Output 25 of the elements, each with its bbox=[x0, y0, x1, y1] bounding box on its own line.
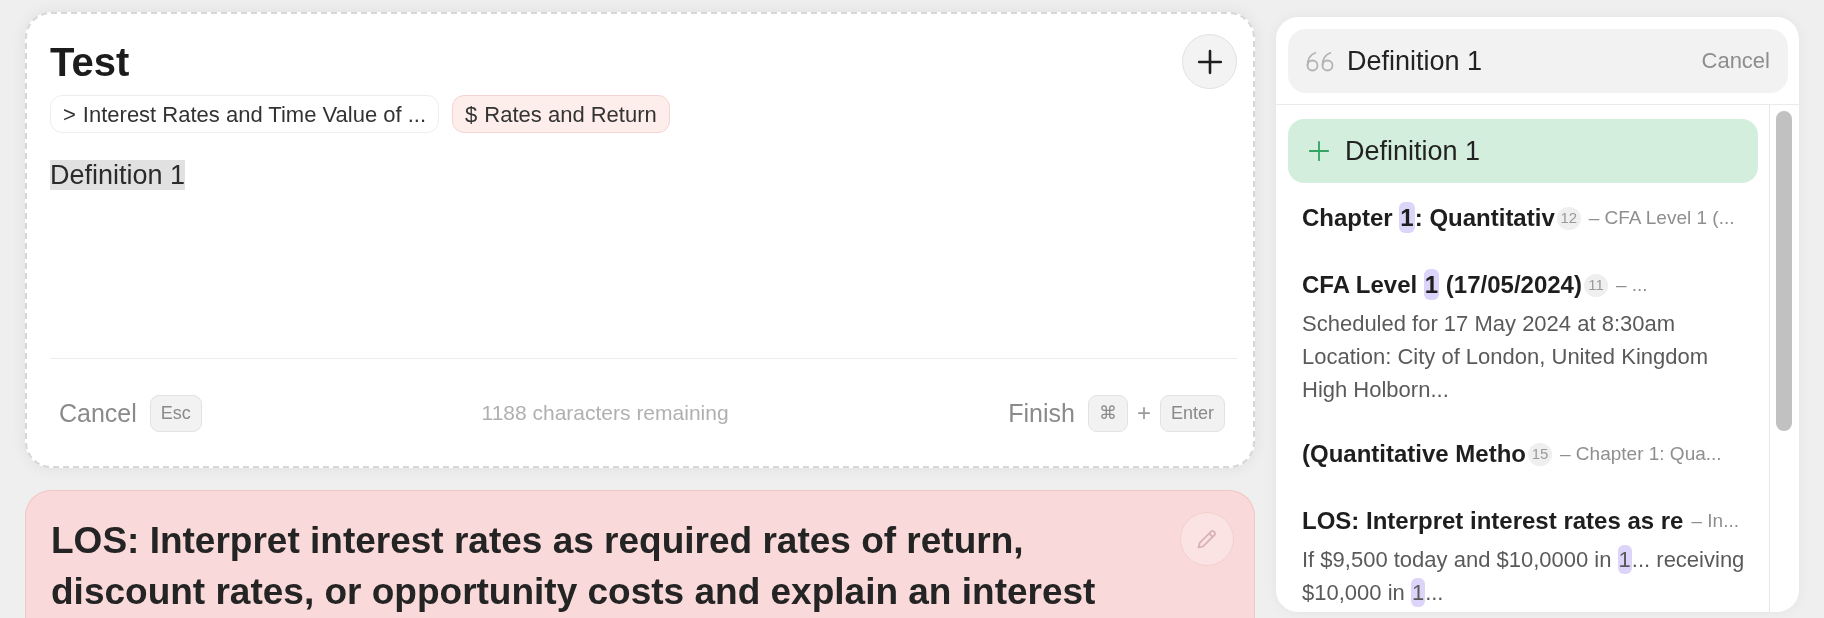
chapter-tag[interactable]: > Interest Rates and Time Value of ... bbox=[50, 95, 440, 133]
composer-title: Test bbox=[50, 38, 130, 86]
count-badge: 15 bbox=[1528, 442, 1552, 466]
editor-field[interactable]: Definition 1 bbox=[50, 160, 186, 190]
character-count: 1188 characters remaining bbox=[481, 400, 729, 427]
keyboard-key: ⌘ bbox=[1087, 394, 1128, 432]
plus-icon bbox=[1308, 140, 1330, 162]
result-option[interactable]: Chapter 1: Quantitativ 12 – CFA Level 1 (... bbox=[1276, 183, 1769, 250]
objective-text: LOS: Interpret interest rates as required rates of return, discount rates, or opportunity costs and explain an interest bbox=[51, 519, 1097, 614]
plus-icon bbox=[1196, 48, 1223, 75]
topic-tag[interactable]: $ Rates and Return bbox=[452, 95, 670, 133]
search-field[interactable]: Definition 1 bbox=[1347, 42, 1690, 80]
create-option[interactable]: Definition 1 bbox=[1288, 119, 1758, 183]
result-option[interactable]: LOS: Interpret interest rates as re – In... If $9,500 today and $10,0000 in 1... receiving $10,000 in 1... bbox=[1276, 486, 1769, 609]
keyboard-key: Esc bbox=[149, 394, 202, 432]
scrollbar-thumb[interactable] bbox=[1776, 111, 1792, 431]
result-option[interactable]: CFA Level 1 (17/05/2024) 11 – ... Scheduled for 17 May 2024 at 8:30am Location: City of London, United Kingdom High Holborn... bbox=[1276, 250, 1769, 419]
result-option[interactable]: (Quantitative Metho 15 – Chapter 1: Qua... bbox=[1276, 419, 1769, 486]
keyboard-key: Enter bbox=[1159, 394, 1225, 432]
count-badge: 12 bbox=[1556, 206, 1581, 230]
quote-icon bbox=[1306, 50, 1335, 72]
search-bar[interactable]: Definition 1 Cancel bbox=[1288, 29, 1788, 93]
key-separator: + bbox=[1136, 398, 1151, 428]
count-badge: 11 bbox=[1583, 273, 1608, 297]
pencil-icon bbox=[1195, 527, 1219, 551]
